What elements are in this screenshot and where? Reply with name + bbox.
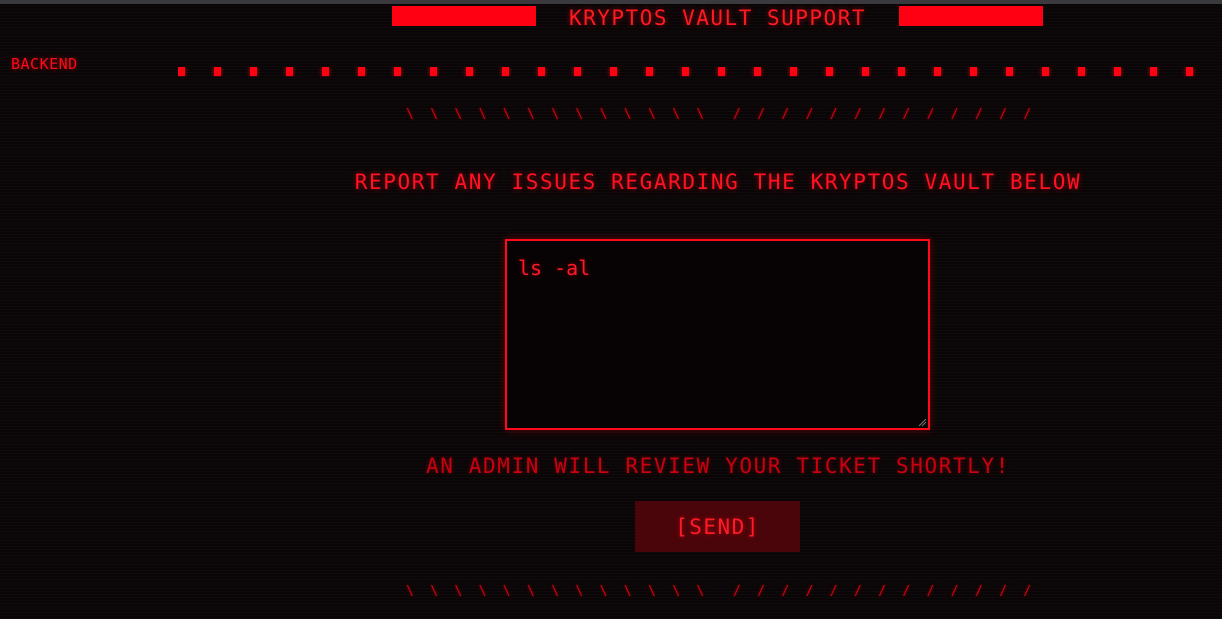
divider-backslash: \ (454, 584, 463, 599)
divider-backslash: \ (430, 107, 439, 122)
divider-backslash: \ (430, 584, 439, 599)
slash-divider-bottom: \ \ \ \ \ \ \ \ \ \ \ \ \ / / / / / / / / / / / / / (400, 585, 1040, 599)
slash-divider-top: \ \ \ \ \ \ \ \ \ \ \ \ \ / / / / / / / / / / / / / (400, 108, 1040, 122)
divider-dot (502, 67, 509, 76)
divider-backslash: \ (406, 584, 414, 599)
divider-dot (970, 67, 977, 76)
divider-backslash: \ (527, 107, 535, 122)
divider-dot (610, 67, 617, 76)
divider-backslash: \ (527, 584, 535, 599)
divider-dot (646, 67, 653, 76)
divider-slash: / (999, 107, 1008, 122)
divider-dot (214, 67, 221, 76)
divider-slash: / (757, 584, 766, 599)
divider-slash: / (1023, 107, 1032, 122)
divider-slash: / (902, 584, 911, 599)
divider-dot (862, 67, 869, 76)
divider-backslash: \ (648, 107, 656, 122)
divider-backslash: \ (599, 107, 608, 122)
divider-slash: / (950, 107, 959, 122)
divider-dot (1042, 67, 1049, 76)
divider-backslash: \ (502, 107, 511, 122)
divider-dot (466, 67, 473, 76)
divider-dot (178, 67, 185, 76)
divider-slash: / (733, 107, 741, 122)
divider-backslash: \ (575, 107, 584, 122)
divider-backslash: \ (478, 584, 487, 599)
divider-slash: / (878, 584, 887, 599)
divider-slash: / (878, 107, 887, 122)
divider-dot (754, 67, 761, 76)
divider-backslash: \ (551, 584, 560, 599)
divider-slash: / (805, 584, 814, 599)
divider-slash: / (975, 584, 983, 599)
dot-divider (178, 67, 1222, 77)
divider-slash: / (829, 107, 838, 122)
header-accent-bar-right (899, 6, 1043, 26)
divider-dot (1186, 67, 1193, 76)
divider-dot (718, 67, 725, 76)
divider-slash: / (829, 584, 838, 599)
divider-backslash: \ (406, 107, 414, 122)
divider-dot (250, 67, 257, 76)
divider-backslash: \ (696, 107, 705, 122)
ticket-textarea-frame (505, 239, 930, 430)
backend-label: BACKEND (11, 55, 78, 73)
report-heading: REPORT ANY ISSUES REGARDING THE KRYPTOS … (354, 170, 1082, 194)
divider-backslash: \ (454, 107, 463, 122)
divider-slash: / (926, 107, 935, 122)
divider-backslash: \ (575, 584, 584, 599)
divider-backslash: \ (551, 107, 560, 122)
divider-backslash: \ (623, 584, 632, 599)
divider-dot (430, 67, 437, 76)
divider-backslash: \ (502, 584, 511, 599)
send-button[interactable]: [SEND] (635, 501, 800, 552)
resize-grip-icon[interactable] (918, 418, 927, 427)
divider-slash: / (733, 584, 741, 599)
divider-dot (1006, 67, 1013, 76)
divider-slash: / (1023, 584, 1032, 599)
divider-slash: / (950, 584, 959, 599)
divider-slash: / (999, 584, 1008, 599)
divider-backslash: \ (672, 107, 681, 122)
divider-dot (682, 67, 689, 76)
divider-dot (574, 67, 581, 76)
divider-dot (286, 67, 293, 76)
divider-slash: / (854, 107, 862, 122)
divider-backslash: \ (623, 107, 632, 122)
admin-review-notice: AN ADMIN WILL REVIEW YOUR TICKET SHORTLY… (426, 454, 1010, 478)
divider-slash: / (781, 584, 790, 599)
divider-slash: / (757, 107, 766, 122)
divider-dot (826, 67, 833, 76)
divider-slash: / (902, 107, 911, 122)
divider-backslash: \ (648, 584, 656, 599)
header-accent-bar-left (392, 6, 536, 26)
divider-dot (1078, 67, 1085, 76)
divider-dot (1114, 67, 1121, 76)
divider-slash: / (805, 107, 814, 122)
divider-dot (394, 67, 401, 76)
divider-slash: / (781, 107, 790, 122)
divider-dot (358, 67, 365, 76)
divider-backslash: \ (696, 584, 705, 599)
divider-dot (538, 67, 545, 76)
divider-slash: / (854, 584, 862, 599)
ticket-textarea[interactable] (507, 241, 928, 428)
divider-dot (898, 67, 905, 76)
divider-dot (1150, 67, 1157, 76)
divider-dot (790, 67, 797, 76)
divider-slash: / (975, 107, 983, 122)
divider-backslash: \ (478, 107, 487, 122)
divider-slash: / (926, 584, 935, 599)
divider-backslash: \ (599, 584, 608, 599)
divider-dot (934, 67, 941, 76)
page-title: KRYPTOS VAULT SUPPORT (568, 6, 866, 30)
divider-backslash: \ (672, 584, 681, 599)
divider-dot (322, 67, 329, 76)
